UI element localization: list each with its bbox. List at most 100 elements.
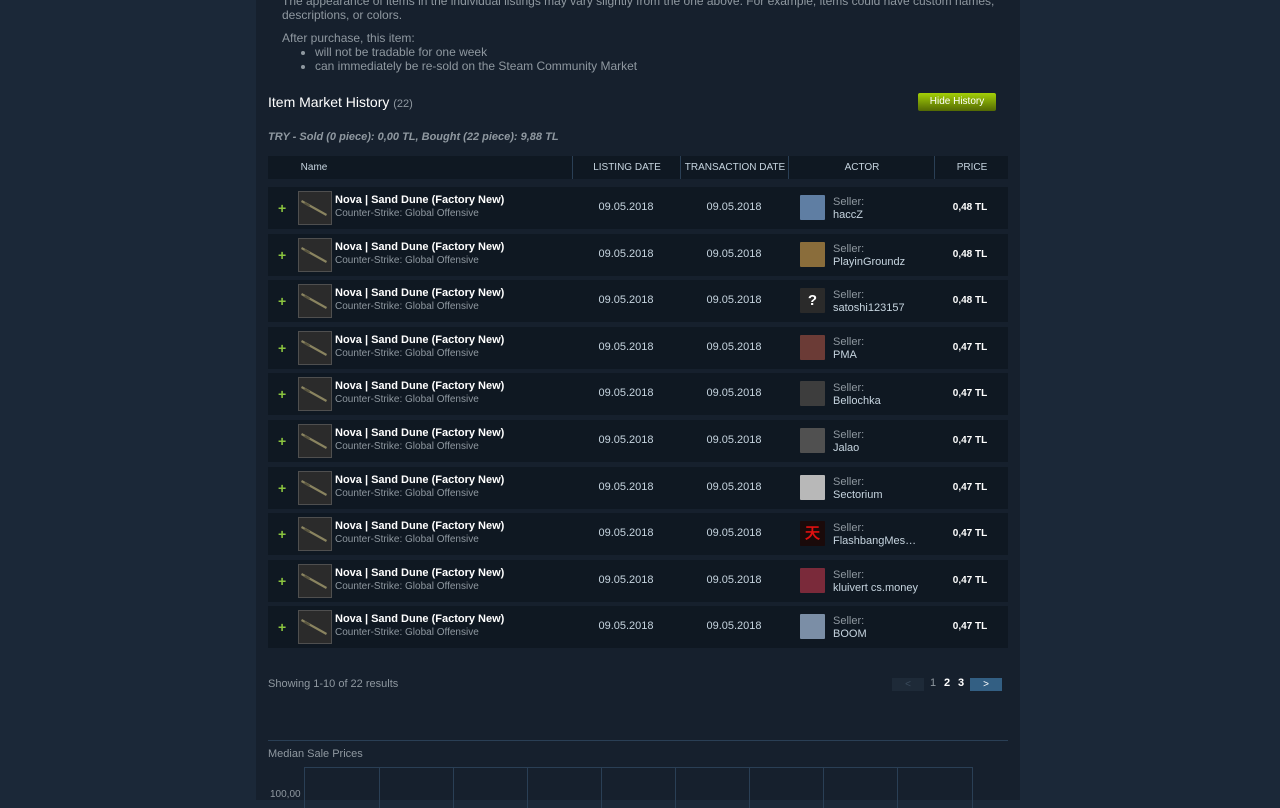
- header-listing-date: LISTING DATE: [572, 156, 681, 179]
- table-row[interactable]: + Nova | Sand Dune (Factory New) Counter-S…: [268, 280, 1008, 323]
- item-thumbnail: [298, 424, 332, 458]
- item-name[interactable]: Nova | Sand Dune (Factory New): [335, 241, 504, 253]
- hide-history-button[interactable]: Hide History: [918, 93, 996, 111]
- expand-icon[interactable]: +: [278, 480, 286, 496]
- seller-name[interactable]: FlashbangMes…: [833, 535, 916, 548]
- page-link-1[interactable]: 1: [930, 677, 936, 689]
- seller-info: Seller: satoshi123157: [833, 289, 905, 315]
- seller-label: Seller:: [833, 242, 865, 255]
- price: 0,47 TL: [952, 435, 988, 446]
- listing-date: 09.05.2018: [598, 434, 654, 446]
- next-page-button[interactable]: >: [970, 678, 1002, 691]
- header-actor: ACTOR: [788, 156, 935, 179]
- item-name[interactable]: Nova | Sand Dune (Factory New): [335, 474, 504, 486]
- transaction-date: 09.05.2018: [706, 294, 762, 307]
- seller-avatar[interactable]: [800, 474, 825, 500]
- listing-date: 09.05.2018: [598, 527, 654, 540]
- seller-name[interactable]: satoshi123157: [833, 302, 905, 315]
- table-row[interactable]: + Nova | Sand Dune (Factory New) Counter-S…: [268, 559, 1008, 602]
- header-name: Name: [300, 162, 328, 173]
- seller-avatar[interactable]: [800, 381, 825, 407]
- item-name[interactable]: Nova | Sand Dune (Factory New): [335, 613, 504, 625]
- item-game: Counter-Strike: Global Offensive: [335, 208, 479, 219]
- item-name[interactable]: Nova | Sand Dune (Factory New): [335, 380, 504, 392]
- item-thumbnail: [298, 377, 332, 412]
- transaction-date: 09.05.2018: [706, 201, 762, 213]
- seller-avatar[interactable]: ?: [800, 288, 825, 314]
- price: 0,47 TL: [952, 481, 988, 493]
- seller-avatar[interactable]: [800, 195, 825, 220]
- expand-icon[interactable]: +: [278, 386, 286, 402]
- price: 0,47 TL: [952, 388, 988, 400]
- seller-name[interactable]: Jalao: [833, 442, 864, 455]
- expand-icon[interactable]: +: [278, 200, 286, 216]
- price: 0,47 TL: [952, 621, 988, 633]
- seller-name[interactable]: Sectorium: [833, 489, 883, 502]
- item-game: Counter-Strike: Global Offensive: [335, 394, 479, 406]
- table-row[interactable]: + Nova | Sand Dune (Factory New) Counter-S…: [268, 233, 1008, 276]
- seller-label: Seller:: [833, 522, 865, 535]
- table-row[interactable]: + Nova | Sand Dune (Factory New) Counter-S…: [268, 513, 1008, 556]
- item-name[interactable]: Nova | Sand Dune (Factory New): [335, 520, 504, 532]
- expand-icon[interactable]: +: [278, 619, 286, 635]
- table-row[interactable]: + Nova | Sand Dune (Factory New) Counter-S…: [268, 420, 1008, 462]
- prev-page-button[interactable]: <: [892, 678, 924, 691]
- expand-icon[interactable]: +: [278, 340, 286, 356]
- expand-icon[interactable]: +: [278, 433, 286, 449]
- seller-name[interactable]: PMA: [833, 349, 864, 362]
- seller-label: Seller:: [833, 429, 865, 441]
- item-name[interactable]: Nova | Sand Dune (Factory New): [335, 194, 504, 206]
- seller-avatar[interactable]: [800, 241, 825, 267]
- appearance-notice: The appearance of items in the individua…: [282, 0, 994, 22]
- expand-icon[interactable]: +: [278, 293, 286, 309]
- price: 0,47 TL: [952, 341, 988, 353]
- seller-label: Seller:: [833, 382, 865, 395]
- seller-name[interactable]: PlayinGroundz: [833, 256, 905, 269]
- item-name[interactable]: Nova | Sand Dune (Factory New): [335, 427, 504, 439]
- transaction-date: 09.05.2018: [706, 387, 762, 400]
- item-thumbnail: [298, 284, 332, 319]
- price: 0,47 TL: [952, 574, 988, 586]
- table-row[interactable]: + Nova | Sand Dune (Factory New) Counter-S…: [268, 187, 1008, 229]
- median-sale-prices-title: Median Sale Prices: [268, 748, 363, 760]
- listing-date: 09.05.2018: [598, 573, 654, 586]
- seller-name[interactable]: kluivert cs.money: [833, 582, 918, 595]
- item-game: Counter-Strike: Global Offensive: [335, 254, 479, 266]
- listing-date: 09.05.2018: [598, 247, 654, 260]
- expand-icon[interactable]: +: [278, 573, 286, 589]
- seller-avatar[interactable]: [800, 428, 825, 453]
- item-game: Counter-Strike: Global Offensive: [335, 580, 479, 592]
- seller-name[interactable]: haccZ: [833, 209, 864, 222]
- page-link-3[interactable]: 3: [958, 677, 964, 689]
- seller-info: Seller: PlayinGroundz: [833, 243, 905, 269]
- seller-avatar[interactable]: [800, 567, 825, 593]
- seller-name[interactable]: BOOM: [833, 628, 867, 641]
- item-name[interactable]: Nova | Sand Dune (Factory New): [335, 334, 504, 346]
- table-row[interactable]: + Nova | Sand Dune (Factory New) Counter-S…: [268, 373, 1008, 416]
- notice-line-1: The appearance of items in the individua…: [282, 0, 995, 8]
- seller-name[interactable]: Bellochka: [833, 395, 881, 408]
- item-name[interactable]: Nova | Sand Dune (Factory New): [335, 287, 504, 299]
- seller-info: Seller: Sectorium: [833, 476, 883, 502]
- expand-icon[interactable]: +: [278, 247, 286, 263]
- table-row[interactable]: + Nova | Sand Dune (Factory New) Counter-S…: [268, 606, 1008, 649]
- seller-info: Seller: FlashbangMes…: [833, 522, 916, 548]
- transaction-date: 09.05.2018: [706, 247, 762, 260]
- item-game: Counter-Strike: Global Offensive: [335, 347, 479, 359]
- seller-avatar[interactable]: [800, 614, 825, 640]
- seller-avatar[interactable]: [800, 334, 825, 360]
- item-thumbnail: [298, 517, 332, 552]
- notice-line-2: descriptions, or colors.: [282, 8, 403, 22]
- page-link-2[interactable]: 2: [944, 677, 950, 689]
- seller-avatar[interactable]: 天: [800, 521, 825, 547]
- right-background: [1020, 0, 1276, 800]
- results-count: Showing 1-10 of 22 results: [268, 678, 399, 690]
- item-name[interactable]: Nova | Sand Dune (Factory New): [335, 567, 504, 579]
- table-row[interactable]: + Nova | Sand Dune (Factory New) Counter-S…: [268, 326, 1008, 369]
- seller-label: Seller:: [833, 475, 865, 488]
- listing-date: 09.05.2018: [598, 201, 654, 213]
- seller-info: Seller: Jalao: [833, 429, 864, 455]
- table-row[interactable]: + Nova | Sand Dune (Factory New) Counter-S…: [268, 466, 1008, 509]
- item-game: Counter-Strike: Global Offensive: [335, 627, 479, 639]
- expand-icon[interactable]: +: [278, 526, 286, 542]
